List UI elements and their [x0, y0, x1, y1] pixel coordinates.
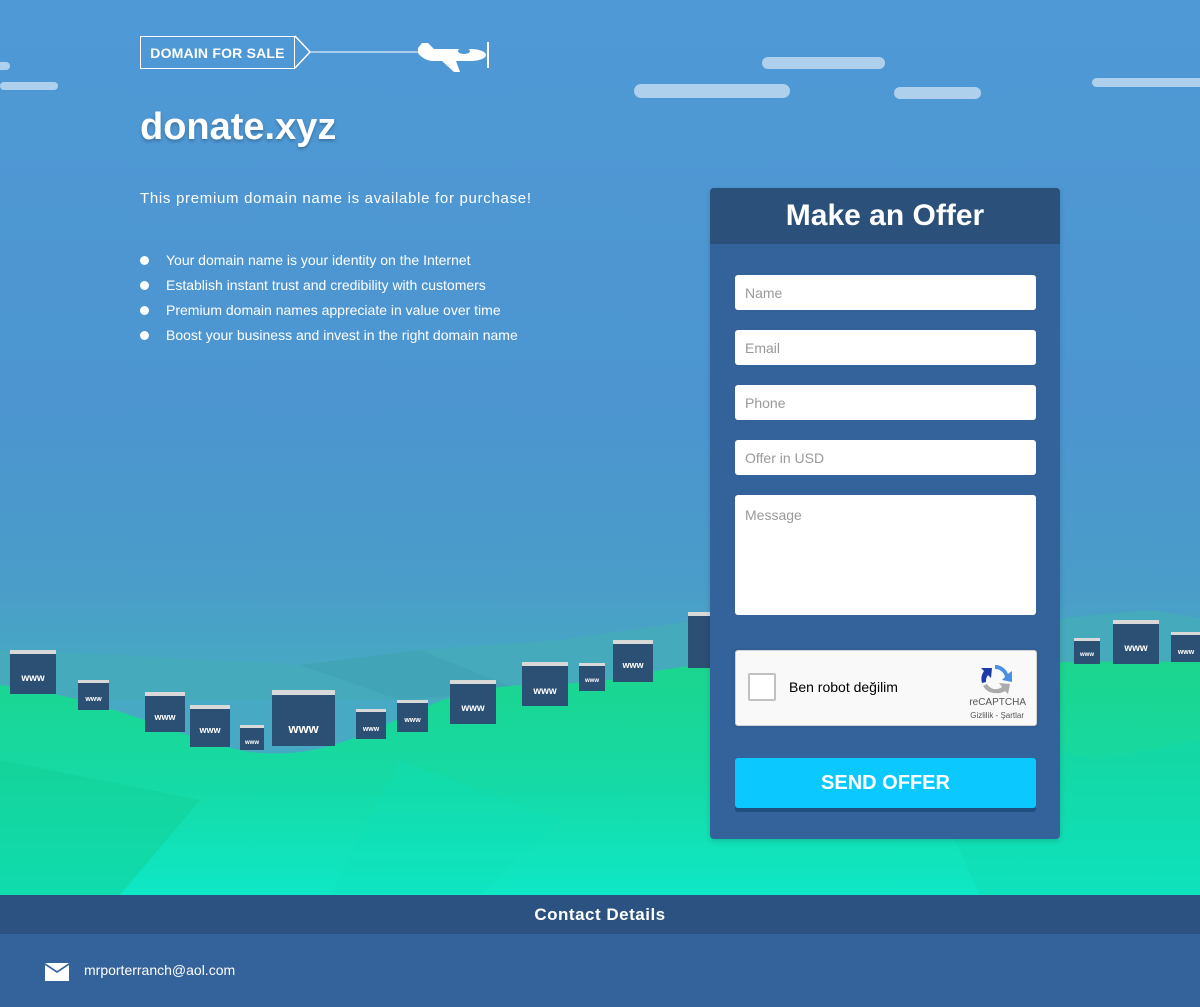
recaptcha-brand: reCAPTCHA [969, 697, 1026, 708]
billboard-label: www [621, 660, 644, 670]
billboard-label: www [460, 703, 485, 714]
billboard: www [10, 650, 56, 694]
billboard: www [1171, 632, 1200, 662]
recaptcha-logo-icon [981, 665, 1012, 694]
billboard: www [522, 662, 568, 706]
billboard: www [272, 690, 335, 746]
contact-details-header: Contact Details [0, 895, 1200, 934]
billboard: www [450, 680, 496, 724]
billboard-label: www [84, 696, 102, 703]
billboard: www [78, 680, 109, 710]
billboard: www [145, 692, 185, 732]
airplane-icon [294, 35, 489, 72]
billboard: www [397, 700, 428, 732]
offer-amount-input[interactable] [735, 440, 1036, 475]
domain-name-title: donate.xyz [140, 106, 337, 148]
domain-for-sale-banner: DOMAIN FOR SALE [140, 36, 295, 69]
name-input[interactable] [735, 275, 1036, 310]
envelope-icon [45, 963, 69, 981]
billboard-label: www [244, 740, 259, 746]
recaptcha-checkbox[interactable] [748, 673, 776, 701]
contact-details-section: mrporterranch@aol.com [0, 934, 1200, 1007]
banner-label: DOMAIN FOR SALE [150, 44, 285, 61]
billboard: www [240, 725, 264, 750]
feature-list: Your domain name is your identity on the… [140, 250, 518, 350]
billboard: www [1074, 638, 1100, 664]
recaptcha-widget: Ben robot değilim reCAPTCHA Gizlilik - Ş… [735, 650, 1037, 726]
billboard-label: www [403, 717, 421, 724]
message-textarea[interactable] [735, 495, 1036, 615]
billboard-label: www [198, 725, 221, 735]
intro-text: This premium domain name is available fo… [140, 190, 532, 207]
billboard-label: www [584, 678, 599, 684]
billboard-label: www [1079, 652, 1094, 658]
feature-item: Your domain name is your identity on the… [140, 250, 518, 275]
billboard: www [190, 705, 230, 747]
offer-form-title: Make an Offer [710, 188, 1060, 244]
billboard-label: www [1177, 649, 1195, 656]
billboard: www [613, 640, 653, 682]
billboard: www [356, 709, 386, 739]
billboard-label: www [153, 712, 176, 722]
offer-form-panel: Make an Offer Ben robot değilim reCAPTCH… [710, 188, 1060, 839]
recaptcha-label: Ben robot değilim [789, 679, 898, 695]
feature-item: Establish instant trust and credibility … [140, 275, 518, 300]
billboard-label: www [362, 726, 380, 733]
send-offer-button[interactable]: SEND OFFER [735, 758, 1036, 808]
billboard: www [579, 663, 605, 691]
recaptcha-privacy-terms-links[interactable]: Gizlilik - Şartlar [970, 711, 1024, 720]
billboard: www [1113, 620, 1159, 664]
billboard-label: www [1123, 643, 1148, 654]
contact-email[interactable]: mrporterranch@aol.com [84, 962, 235, 978]
feature-item: Boost your business and invest in the ri… [140, 325, 518, 350]
billboard-label: www [532, 686, 557, 697]
phone-input[interactable] [735, 385, 1036, 420]
billboard-label: www [287, 721, 319, 736]
billboard-label: www [20, 673, 45, 684]
email-input[interactable] [735, 330, 1036, 365]
feature-item: Premium domain names appreciate in value… [140, 300, 518, 325]
